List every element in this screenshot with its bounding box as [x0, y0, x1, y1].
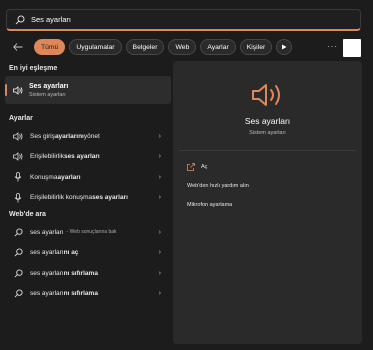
back-arrow-icon[interactable] — [12, 43, 24, 51]
search-icon — [15, 15, 25, 24]
results-list: En iyi eşleşme Ses ayarları Sistem ayarl… — [5, 62, 171, 304]
play-more-icon[interactable] — [276, 39, 293, 55]
more-options-icon[interactable]: ··· — [327, 42, 338, 51]
filter-web[interactable]: Web — [168, 39, 197, 55]
search-icon — [13, 248, 23, 257]
list-item[interactable]: ses ayarları - Web sonuçlarına bak › — [5, 222, 171, 243]
list-item[interactable]: ses ayarları nı sıfırlama › — [5, 284, 171, 305]
web-search-heading: Web'de ara — [9, 211, 46, 218]
search-input[interactable]: Ses ayarları — [6, 9, 361, 31]
preview-subtitle: Sistem ayarları — [249, 130, 286, 136]
chevron-right-icon: › — [158, 173, 161, 181]
filter-all[interactable]: Tümü — [34, 39, 66, 55]
filter-apps[interactable]: Uygulamalar — [69, 39, 122, 55]
settings-heading: Ayarlar — [9, 115, 33, 122]
list-item[interactable]: ses ayarları nı aç › — [5, 243, 171, 264]
open-external-icon — [187, 163, 195, 171]
search-query: Ses ayarları — [31, 15, 72, 24]
list-item[interactable]: Erişilebilirlik ses ayarları › — [5, 147, 171, 168]
list-item[interactable]: Erişilebilirlik konuşma ses ayarları › — [5, 188, 171, 209]
microphone-icon — [13, 172, 23, 182]
chevron-right-icon: › — [158, 249, 161, 257]
chevron-right-icon: › — [158, 269, 161, 277]
preview-pane: Ses ayarları Sistem ayarları Aç Web'den … — [173, 61, 362, 344]
list-item[interactable]: ses ayarları nı sıfırlama › — [5, 263, 171, 284]
best-match-item[interactable]: Ses ayarları Sistem ayarları — [5, 76, 171, 104]
search-icon — [13, 228, 23, 237]
chevron-right-icon: › — [158, 153, 161, 161]
chevron-right-icon: › — [158, 228, 161, 236]
chevron-right-icon: › — [158, 290, 161, 298]
open-action[interactable]: Aç — [187, 163, 207, 171]
best-match-title: Ses ayarları — [29, 82, 69, 90]
speaker-icon — [13, 131, 23, 141]
filter-settings[interactable]: Ayarlar — [200, 39, 236, 55]
list-item[interactable]: Ses giriş ayarlarını yönet › — [5, 126, 171, 147]
filter-people[interactable]: Kişiler — [239, 39, 273, 55]
speaker-icon — [13, 85, 23, 95]
best-match-subtitle: Sistem ayarları — [29, 91, 66, 98]
filter-documents[interactable]: Belgeler — [125, 39, 165, 55]
speaker-icon — [13, 152, 23, 162]
search-icon — [13, 289, 23, 298]
best-match-heading: En iyi eşleşme — [9, 65, 58, 72]
speaker-icon — [252, 84, 280, 106]
search-icon — [13, 269, 23, 278]
preview-title: Ses ayarları — [244, 116, 291, 126]
avatar[interactable] — [343, 39, 361, 57]
chevron-right-icon: › — [158, 194, 161, 202]
list-item[interactable]: Konuşma ayarları › — [5, 167, 171, 188]
microphone-icon — [13, 192, 23, 203]
filter-bar: Tümü Uygulamalar Belgeler Web Ayarlar Ki… — [0, 38, 373, 56]
web-help-action[interactable]: Web'den hızlı yardım alın — [187, 183, 249, 189]
divider — [179, 150, 356, 151]
chevron-right-icon: › — [158, 132, 161, 140]
microphone-setup-action[interactable]: Mikrofon ayarlama — [187, 202, 232, 208]
